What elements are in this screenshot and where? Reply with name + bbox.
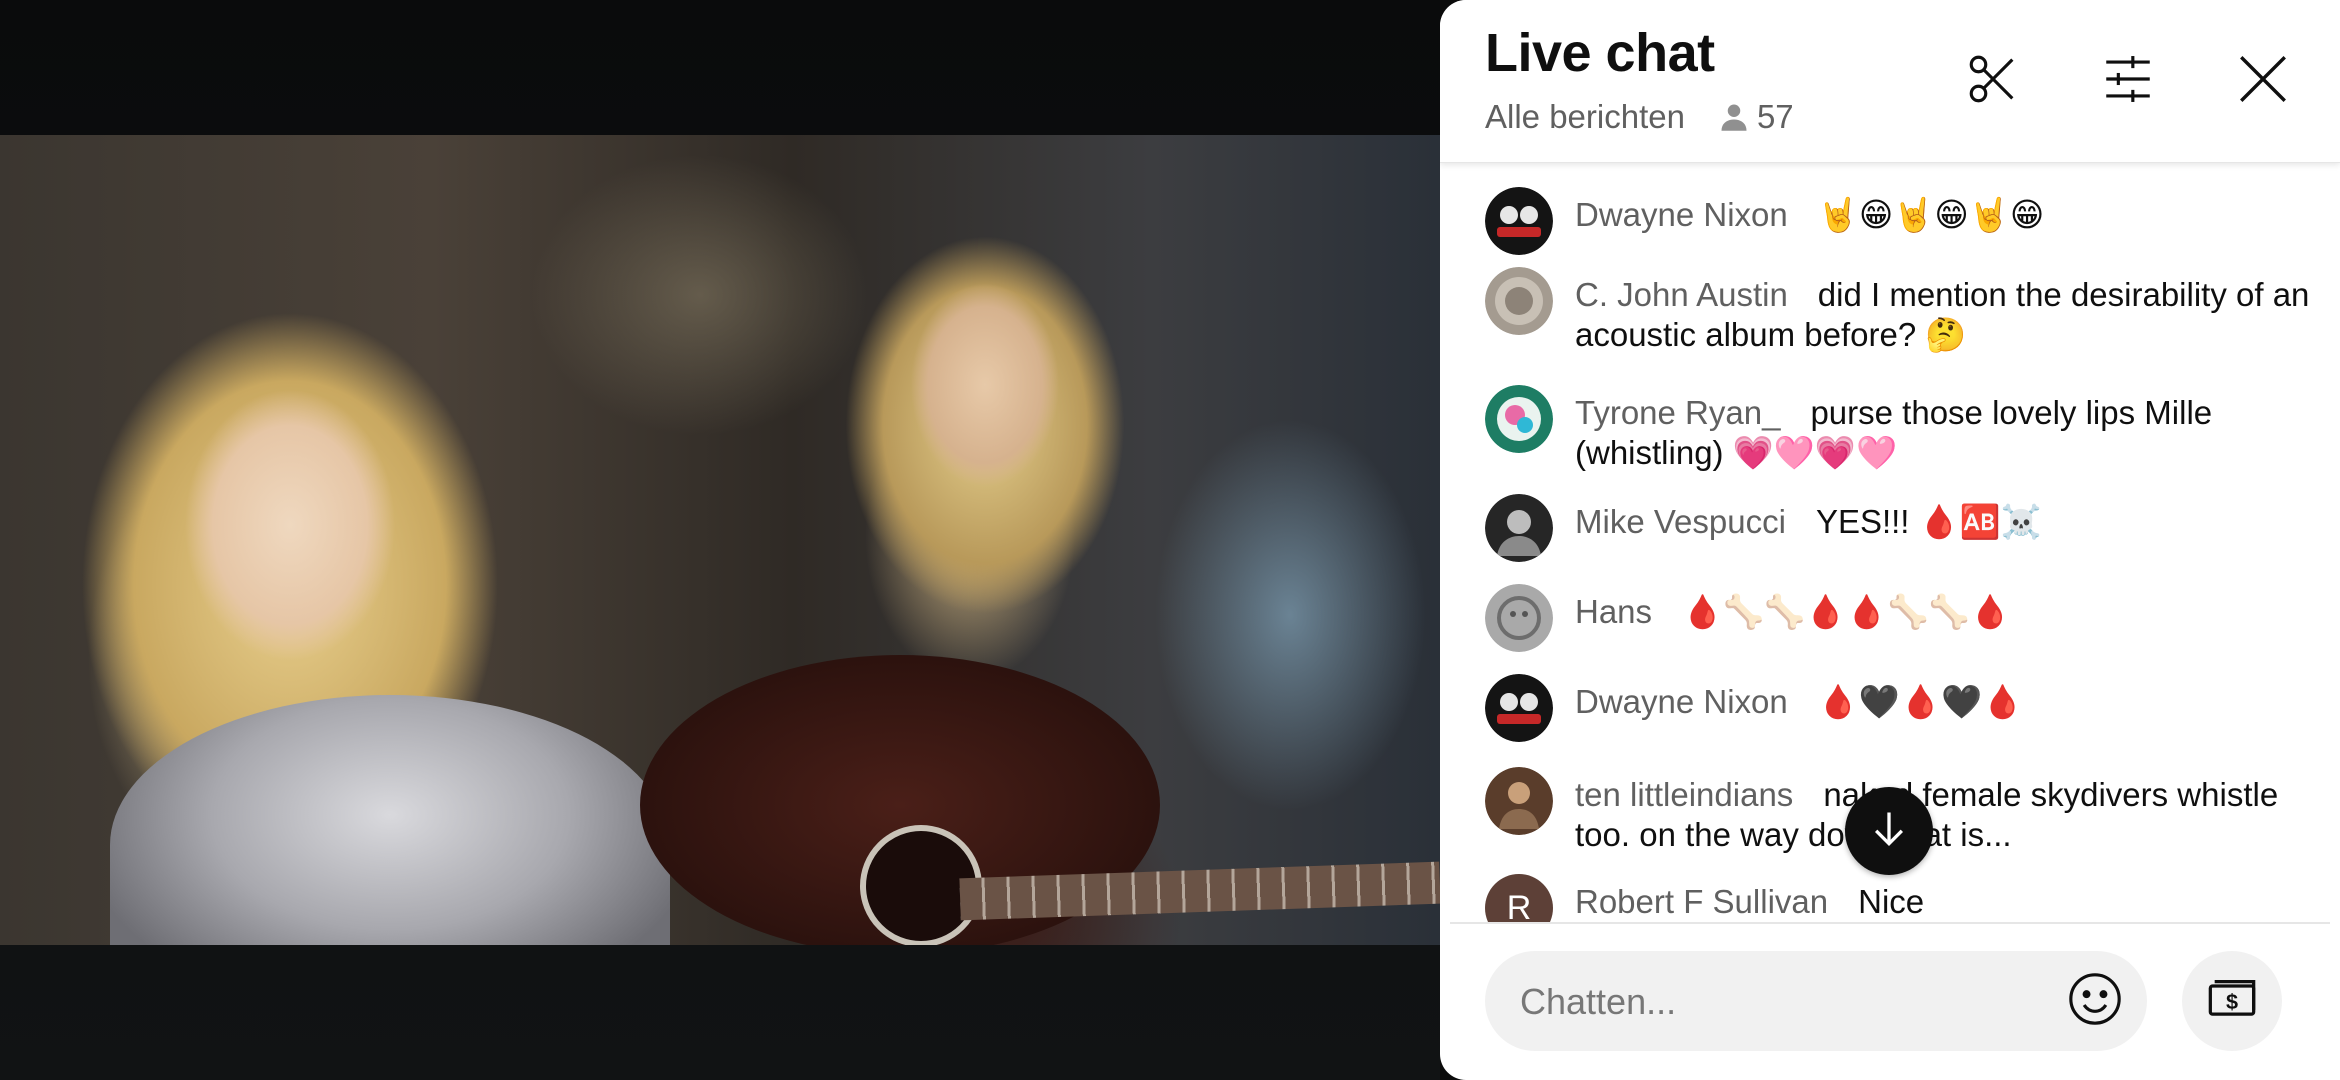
message-body: C. John Austin did I mention the desirabi… [1575, 275, 2315, 355]
message-body: Tyrone Ryan_ purse those lovely lips Mill… [1575, 393, 2315, 473]
avatar[interactable] [1485, 267, 1553, 335]
avatar[interactable] [1485, 385, 1553, 453]
message-body: Dwayne Nixon 🩸🖤🩸🖤🩸 [1575, 682, 2315, 722]
live-chat-panel: Live chat Alle berichten 57 Dwayne Nixon… [1440, 0, 2340, 1080]
chat-input[interactable] [1518, 971, 2052, 1033]
message-body: Dwayne Nixon 🤘😁🤘😁🤘😁 [1575, 195, 2315, 235]
message-author[interactable]: C. John Austin [1575, 276, 1788, 313]
video-frame[interactable] [0, 135, 1440, 945]
scissors-icon [1964, 50, 2022, 113]
super-chat-button[interactable]: $ [2182, 951, 2282, 1051]
message-author[interactable]: Tyrone Ryan_ [1575, 394, 1780, 431]
close-icon [2234, 50, 2292, 113]
chat-filter-selector[interactable]: Alle berichten 57 [1485, 98, 1794, 136]
performer-right [820, 195, 1150, 625]
arrow-down-icon [1867, 807, 1911, 856]
scroll-to-bottom-button[interactable] [1845, 787, 1933, 875]
svg-text:$: $ [2226, 988, 2238, 1013]
avatar[interactable] [1485, 584, 1553, 652]
chat-title: Live chat [1485, 23, 1715, 83]
message-text: 🩸🖤🩸🖤🩸 [1817, 683, 2024, 720]
message-text: 🤘😁🤘😁🤘😁 [1817, 196, 2045, 233]
video-player[interactable] [0, 0, 1440, 1080]
avatar[interactable] [1485, 187, 1553, 255]
message-author[interactable]: Hans [1575, 593, 1652, 630]
chat-settings-button[interactable] [2095, 48, 2161, 114]
avatar[interactable]: R [1485, 874, 1553, 922]
avatar[interactable] [1485, 494, 1553, 562]
chat-input-container[interactable] [1485, 951, 2147, 1051]
message-author[interactable]: Dwayne Nixon [1575, 683, 1788, 720]
smiley-icon [2066, 970, 2124, 1033]
dollar-bill-icon: $ [2206, 973, 2258, 1030]
clip-button[interactable] [1960, 48, 2026, 114]
message-body: Mike Vespucci YES!!! 🩸🆎☠️ [1575, 502, 2315, 542]
message-text: 🩸🦴🦴🩸🩸🦴🦴🩸 [1682, 593, 2011, 630]
message-author[interactable]: Dwayne Nixon [1575, 196, 1788, 233]
person-icon [1719, 102, 1749, 132]
avatar-letter: R [1506, 888, 1532, 923]
avatar[interactable] [1485, 767, 1553, 835]
emoji-button[interactable] [2065, 971, 2125, 1031]
avatar[interactable] [1485, 674, 1553, 742]
message-author[interactable]: Mike Vespucci [1575, 503, 1786, 540]
input-divider [1450, 922, 2330, 924]
message-body: Robert F Sullivan Nice [1575, 882, 2315, 922]
message-text: Nice [1858, 883, 1925, 920]
sliders-icon [2099, 50, 2157, 113]
message-text: YES!!! 🩸🆎☠️ [1815, 503, 2042, 540]
message-author[interactable]: Robert F Sullivan [1575, 883, 1828, 920]
message-author[interactable]: ten littleindians [1575, 776, 1793, 813]
chat-filter-label: Alle berichten [1485, 98, 1685, 135]
viewer-count: 57 [1756, 98, 1794, 135]
chat-header: Live chat Alle berichten 57 [1440, 0, 2340, 163]
close-chat-button[interactable] [2230, 48, 2296, 114]
message-body: ten littleindians naked female skydivers … [1575, 775, 2315, 855]
message-body: Hans 🩸🦴🦴🩸🩸🦴🦴🩸 [1575, 592, 2315, 632]
